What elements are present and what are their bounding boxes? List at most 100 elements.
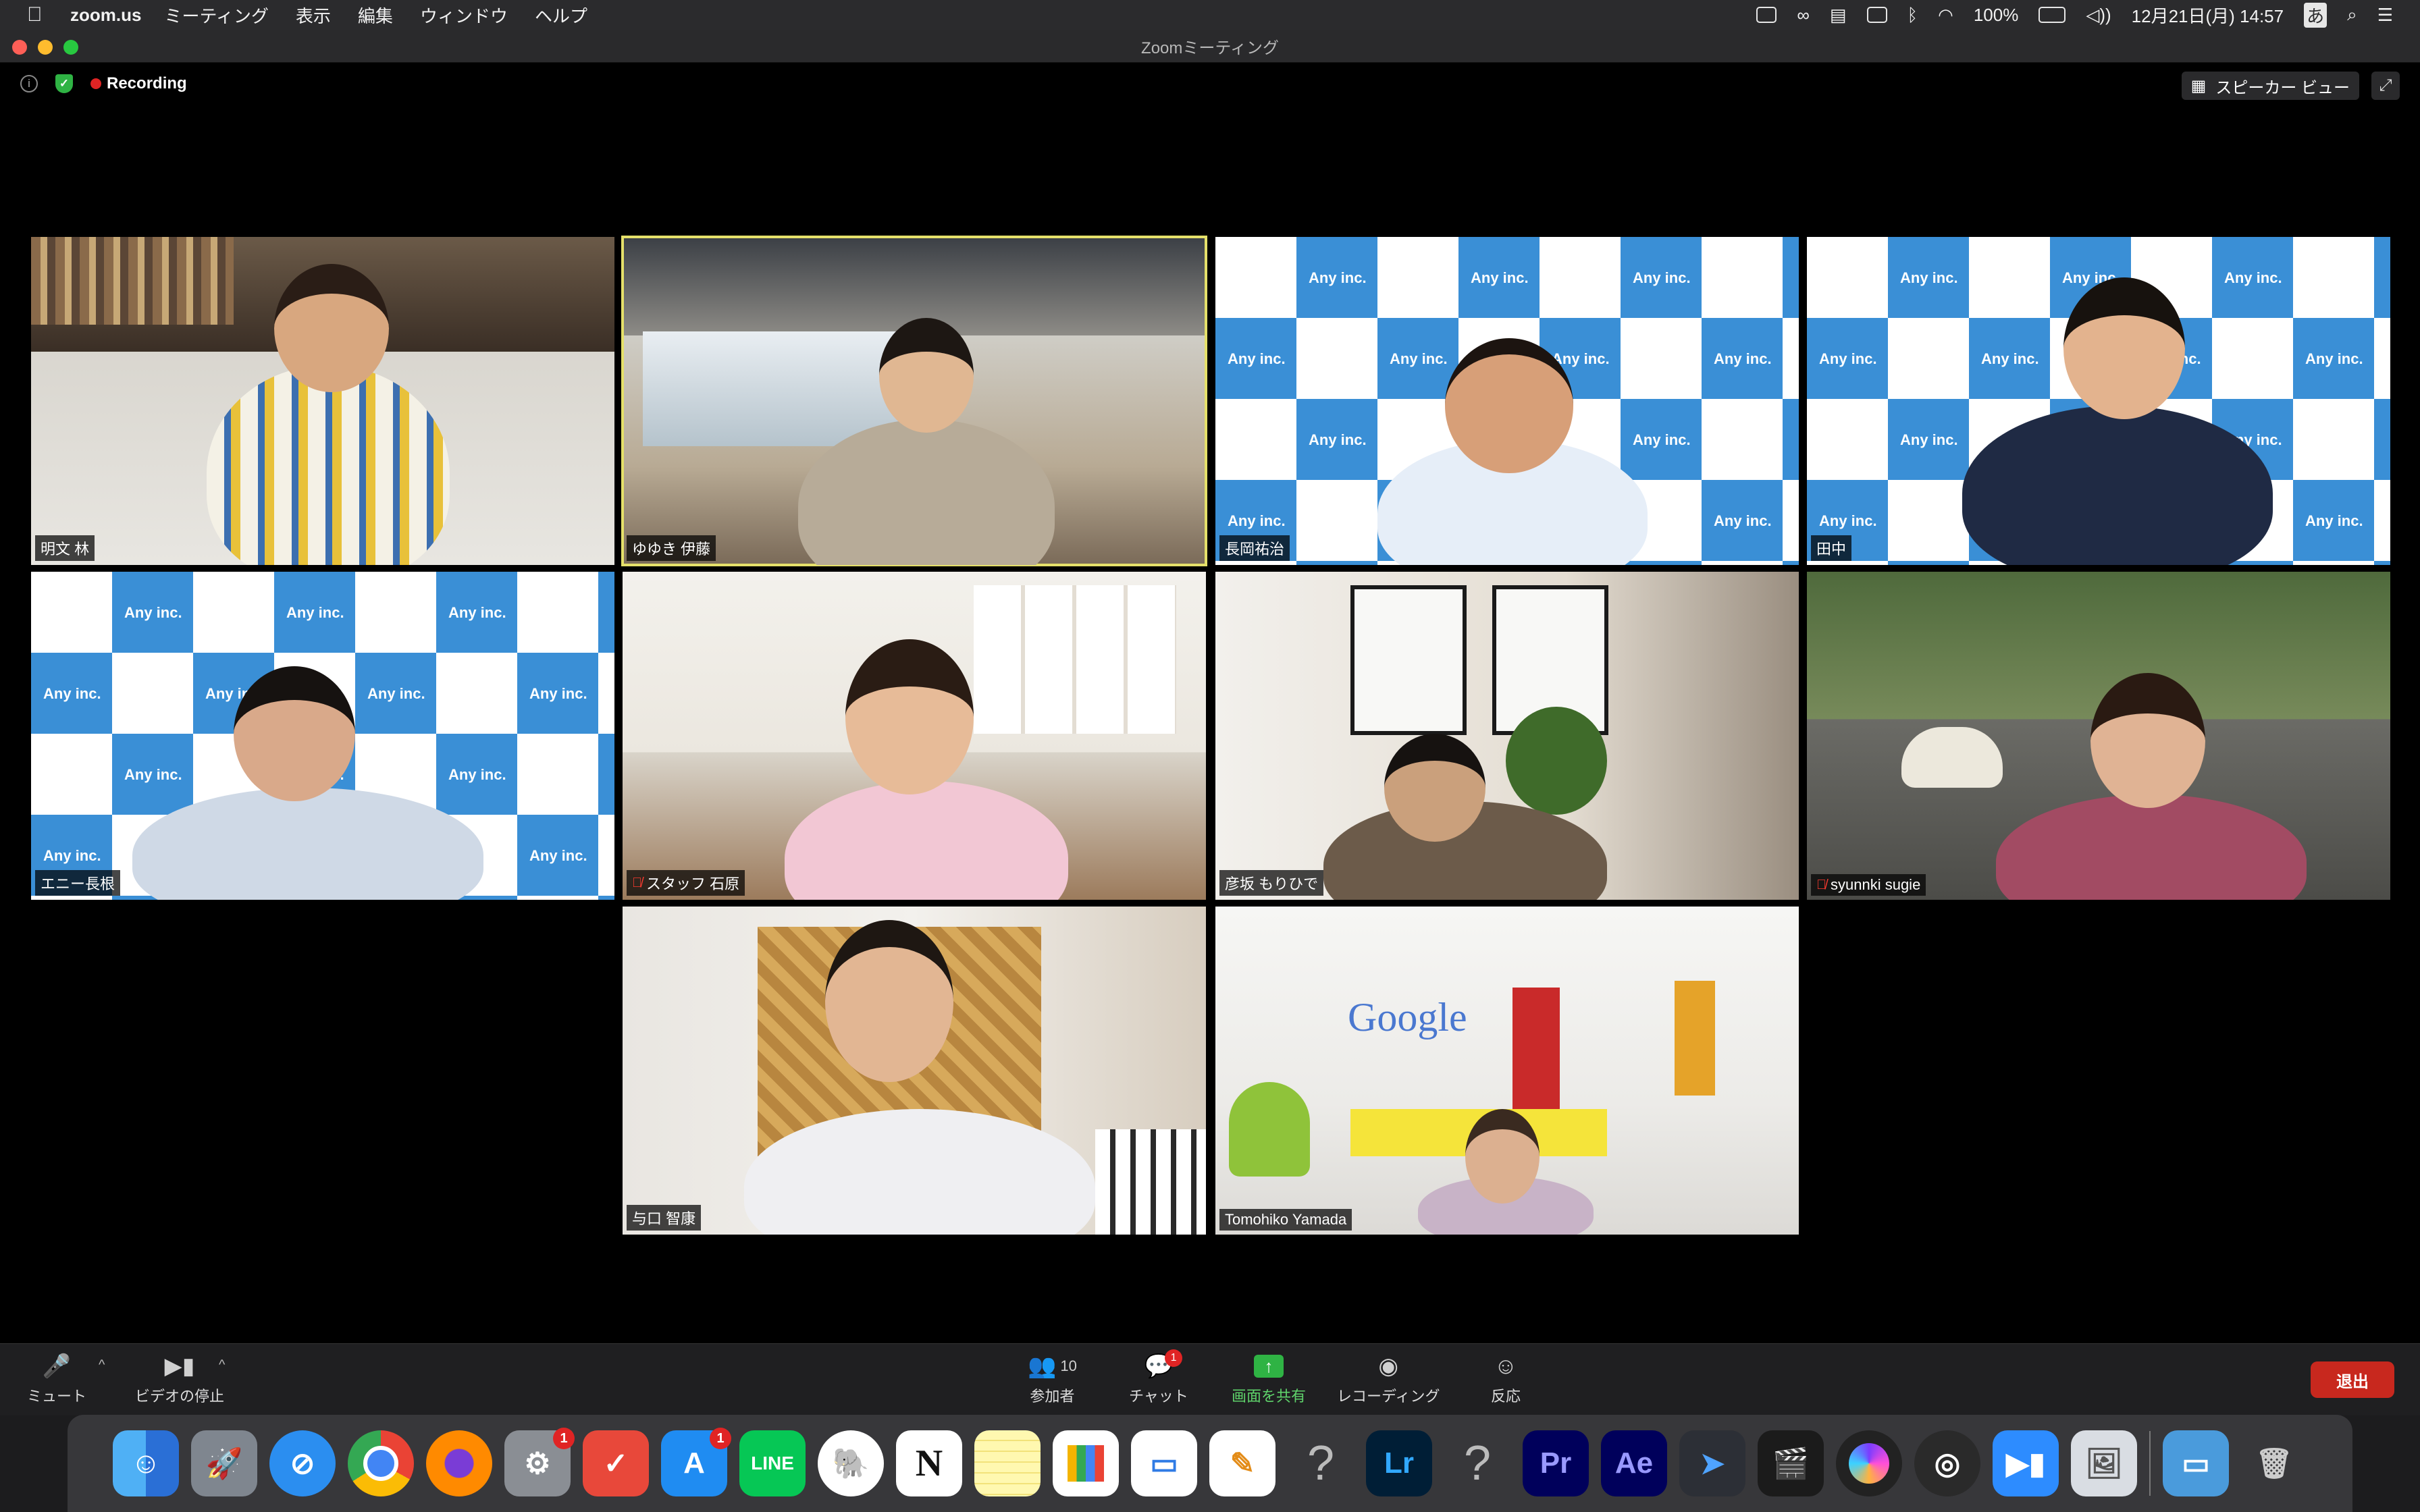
- video-tile[interactable]: 明文 林: [31, 237, 614, 565]
- launchpad-icon[interactable]: 🚀: [191, 1430, 257, 1496]
- after-effects-icon[interactable]: Ae: [1601, 1430, 1667, 1496]
- participant-name-tag: 与口 智康: [627, 1205, 702, 1231]
- share-screen-button[interactable]: ↑ 画面を共有: [1232, 1353, 1306, 1406]
- any-inc-logo-bg: Any inc.: [2224, 269, 2282, 286]
- video-tile-active-speaker[interactable]: ゆゆき 伊藤: [621, 236, 1207, 566]
- participant-body: [1962, 406, 2273, 565]
- any-inc-logo-bg: Any inc.: [1900, 269, 1958, 286]
- finder-icon[interactable]: ☺: [113, 1430, 179, 1496]
- final-cut-icon[interactable]: 🎬: [1758, 1430, 1824, 1496]
- numbers-icon[interactable]: [1053, 1430, 1119, 1496]
- reactions-button[interactable]: ☺ 反応: [1491, 1353, 1521, 1406]
- app-store-icon[interactable]: A1: [661, 1428, 731, 1496]
- plant-bg: [1506, 707, 1607, 815]
- line-icon[interactable]: LINE: [739, 1430, 806, 1496]
- prompt-app-icon[interactable]: ➤: [1679, 1430, 1745, 1496]
- participant-body: [132, 788, 483, 900]
- menu-view[interactable]: 表示: [296, 3, 331, 28]
- video-tile[interactable]: 与口 智康: [623, 907, 1206, 1235]
- notion-icon[interactable]: N: [896, 1430, 962, 1496]
- audio-options-caret-icon[interactable]: ^: [99, 1357, 105, 1373]
- stop-video-button[interactable]: ▶▮ ビデオの停止: [135, 1353, 224, 1406]
- calendar-app-icon[interactable]: ✓: [583, 1430, 649, 1496]
- participants-count: 10: [1060, 1357, 1077, 1374]
- menu-help[interactable]: ヘルプ: [535, 3, 587, 28]
- record-button[interactable]: ◉ レコーディング: [1337, 1353, 1440, 1406]
- any-inc-logo-bg: Any inc.: [1309, 431, 1367, 448]
- any-inc-logo-bg: Any inc.: [1981, 350, 2039, 367]
- folder-icon[interactable]: ▭: [2163, 1430, 2229, 1496]
- info-icon[interactable]: i: [20, 75, 38, 92]
- participants-button[interactable]: 👥 10 参加者: [1028, 1353, 1077, 1406]
- any-inc-logo-bg: Any inc.: [1471, 269, 1529, 286]
- video-camera-icon: ▶▮: [164, 1353, 195, 1379]
- speaker-view-button[interactable]: ▦ スピーカー ビュー: [2181, 72, 2359, 100]
- orange-pillar-bg: [1675, 981, 1715, 1096]
- video-tile[interactable]: 彦坂 もりひで: [1215, 572, 1799, 900]
- lightroom-icon[interactable]: Lr: [1366, 1430, 1432, 1496]
- video-tile[interactable]: Any inc. Any inc. Any inc. Any inc. Any inc.…: [1215, 237, 1799, 565]
- record-icon: ◉: [1378, 1353, 1399, 1379]
- system-preferences-icon[interactable]: ⚙ 1: [504, 1428, 575, 1496]
- chat-button[interactable]: 💬 1 チャット: [1129, 1349, 1188, 1406]
- meeting-info-bar: i ✓ Recording: [20, 74, 187, 93]
- safari-icon[interactable]: ⊘: [269, 1430, 336, 1496]
- battery-percent[interactable]: 100%: [1974, 5, 2019, 26]
- participant-name-tag: 彦坂 もりひで: [1219, 870, 1324, 896]
- menu-window[interactable]: ウィンドウ: [420, 3, 508, 28]
- video-options-caret-icon[interactable]: ^: [219, 1357, 225, 1373]
- unknown-app-icon[interactable]: ?: [1288, 1430, 1354, 1496]
- creative-cloud-icon[interactable]: ∞: [1797, 5, 1810, 26]
- bluetooth-icon[interactable]: ᛒ: [1908, 5, 1918, 26]
- pages-icon[interactable]: ✎: [1209, 1430, 1275, 1496]
- apple-icon[interactable]: : [27, 3, 50, 26]
- appstore-badge: 1: [710, 1428, 731, 1449]
- minimize-window-button[interactable]: [38, 40, 53, 55]
- control-center-icon[interactable]: ☰: [2377, 5, 2393, 26]
- fullscreen-button[interactable]: ⤢: [2371, 72, 2400, 100]
- motion-icon[interactable]: [1836, 1430, 1902, 1496]
- video-tile[interactable]: Any inc. Any inc. Any inc. Any inc. Any inc.…: [31, 572, 614, 900]
- any-inc-logo-bg: Any inc.: [1633, 431, 1691, 448]
- wifi-icon[interactable]: ◠: [1938, 5, 1953, 26]
- recording-indicator[interactable]: Recording: [90, 74, 187, 93]
- chrome-icon[interactable]: [348, 1430, 414, 1496]
- video-tile[interactable]: 🎙̸ syunnki sugie: [1807, 572, 2390, 900]
- trash-icon[interactable]: 🗑: [2241, 1430, 2307, 1496]
- security-shield-icon[interactable]: ✓: [55, 74, 73, 93]
- menu-clock[interactable]: 12月21日(月) 14:57: [2132, 3, 2284, 28]
- menu-meeting[interactable]: ミーティング: [164, 3, 268, 28]
- menu-edit[interactable]: 編集: [358, 3, 393, 28]
- preview-icon[interactable]: 🖼: [2071, 1430, 2137, 1496]
- unknown-app-icon[interactable]: ?: [1444, 1430, 1510, 1496]
- recording-label: Recording: [107, 74, 187, 92]
- notes-icon[interactable]: [974, 1430, 1041, 1496]
- bookshelf-bg: [31, 237, 234, 325]
- video-tile[interactable]: Any inc. Any inc. Any inc. Any inc. Any inc.…: [1807, 237, 2390, 565]
- premiere-icon[interactable]: Pr: [1523, 1430, 1589, 1496]
- spotlight-icon[interactable]: ⌕: [2347, 4, 2357, 26]
- volume-icon[interactable]: ◁)): [2086, 5, 2111, 26]
- menu-app-name[interactable]: zoom.us: [70, 5, 141, 26]
- obs-icon[interactable]: ◎: [1914, 1430, 1980, 1496]
- close-window-button[interactable]: [12, 40, 27, 55]
- mute-button[interactable]: 🎤 ミュート: [27, 1353, 86, 1406]
- battery-icon[interactable]: [2038, 7, 2066, 23]
- firefox-icon[interactable]: [426, 1430, 492, 1496]
- participant-head: [845, 639, 974, 794]
- window-icon[interactable]: [1866, 7, 1887, 23]
- video-tile[interactable]: Google Tomohiko Yamada: [1215, 907, 1799, 1235]
- keynote-icon[interactable]: ▭: [1131, 1430, 1197, 1496]
- input-method[interactable]: あ: [2304, 2, 2327, 28]
- leave-meeting-button[interactable]: 退出: [2311, 1361, 2394, 1398]
- maximize-window-button[interactable]: [63, 40, 78, 55]
- evernote-icon[interactable]: 🐘: [818, 1430, 884, 1496]
- window-bg: [643, 331, 899, 446]
- zoom-status-icon[interactable]: [1756, 7, 1777, 23]
- any-inc-logo-bg: Any inc.: [124, 766, 182, 783]
- grid-icon: ▦: [2190, 76, 2207, 95]
- display-icon[interactable]: ▤: [1830, 5, 1847, 26]
- video-tile[interactable]: 🎙̸ スタッフ 石原: [623, 572, 1206, 900]
- dock-separator: [2149, 1431, 2151, 1496]
- zoom-app-icon[interactable]: ▶▮: [1993, 1430, 2059, 1496]
